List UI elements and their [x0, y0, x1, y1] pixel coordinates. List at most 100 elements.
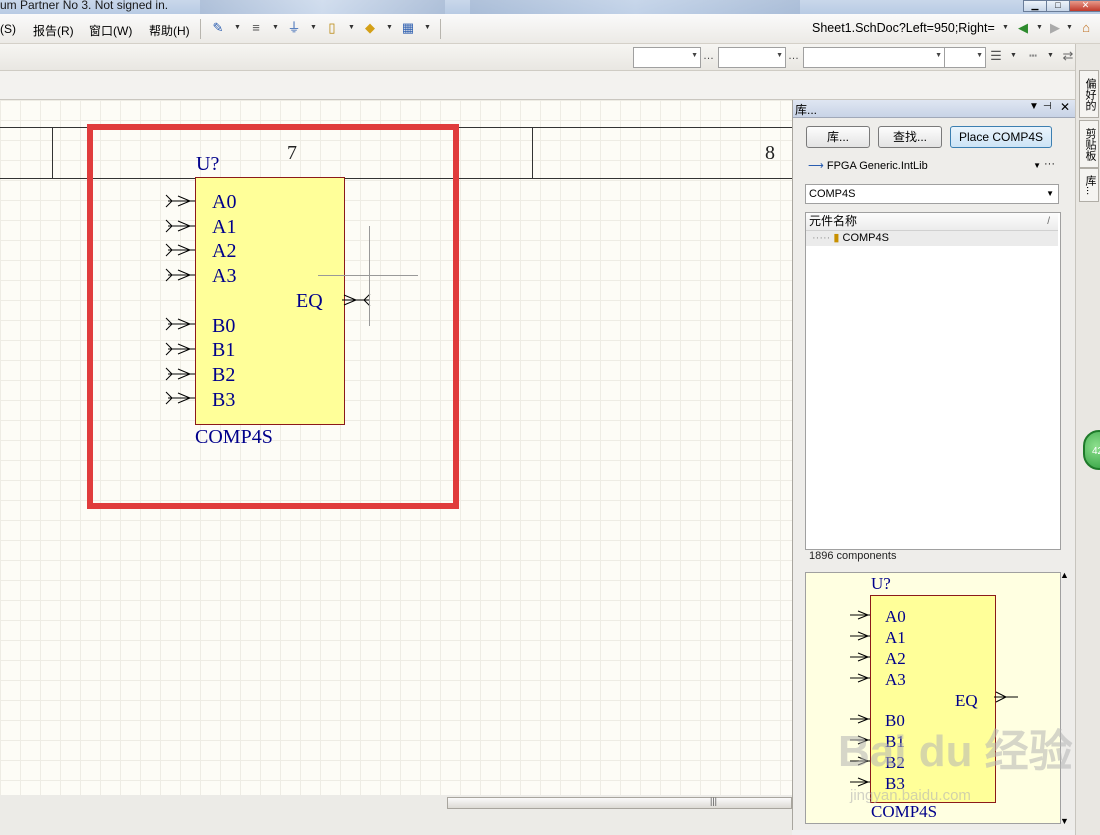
grid-icon[interactable]: ▦ [400, 20, 416, 36]
chevron-down-icon[interactable]: ▼ [348, 23, 355, 33]
filter-select[interactable]: COMP4S ▼ [805, 184, 1059, 204]
horizontal-scrollbar[interactable]: ||| [447, 796, 792, 809]
maximize-button[interactable]: □ [1046, 0, 1070, 12]
preview-designator: U? [871, 574, 891, 593]
panel-header: 库... ▼ ⊣ ✕ [793, 100, 1076, 118]
ground-icon[interactable]: ⏚ [286, 20, 302, 36]
cursor-crosshair [318, 275, 418, 276]
chevron-down-icon[interactable]: ▼ [1047, 51, 1054, 61]
sort-icon: / [1047, 216, 1050, 227]
chevron-up-icon[interactable]: ▲ [1060, 570, 1069, 580]
panel-menu-icon[interactable]: ▼ [1029, 101, 1039, 112]
swap-icon[interactable]: ⇄ [1060, 48, 1076, 64]
component-list[interactable]: 元件名称 / ····· ▮ COMP4S [805, 212, 1061, 550]
title-bar: um Partner No 3. Not signed in. ▁ □ ✕ [0, 0, 1100, 14]
chevron-down-icon[interactable]: ▼ [1002, 23, 1009, 33]
close-button[interactable]: ✕ [1069, 0, 1100, 12]
place-component-button[interactable]: Place COMP4S [950, 126, 1052, 148]
chevron-down-icon[interactable]: ▼ [1036, 23, 1043, 33]
menu-item-window[interactable]: 窗口(W) [89, 22, 132, 39]
line-style-icon[interactable]: ☰ [988, 48, 1004, 64]
highlight-box [87, 124, 459, 509]
bus-tool-icon[interactable]: ≡ [248, 20, 264, 36]
dash-style-icon[interactable]: ┅ [1025, 48, 1041, 64]
chevron-down-icon: ▼ [776, 52, 783, 59]
library-select[interactable]: ⟶ FPGA Generic.IntLib ▼ [805, 157, 1045, 177]
zone-label: 8 [765, 142, 775, 164]
library-name: FPGA Generic.IntLib [826, 160, 928, 172]
chevron-down-icon[interactable]: ▼ [310, 23, 317, 33]
chevron-down-icon[interactable]: ▼ [386, 23, 393, 33]
list-item-label: COMP4S [842, 232, 889, 244]
list-header[interactable]: 元件名称 / [806, 213, 1058, 231]
component-count: 1896 components [809, 550, 897, 562]
grip-icon: ||| [710, 796, 718, 806]
window-title: um Partner No 3. Not signed in. [0, 0, 169, 12]
minimize-button[interactable]: ▁ [1023, 0, 1047, 12]
pin-label: A1 [885, 628, 906, 647]
tab-libraries[interactable]: 库... [1079, 168, 1099, 202]
menu-item-s[interactable]: (S) [0, 22, 16, 36]
document-address[interactable]: Sheet1.SchDoc?Left=950;Right= [812, 18, 1012, 39]
chevron-down-icon[interactable]: ▼ [424, 23, 431, 33]
status-area: ||| [0, 795, 792, 835]
pin-label: A3 [885, 670, 906, 689]
chevron-down-icon: ▼ [1033, 161, 1041, 170]
home-icon[interactable]: ⌂ [1078, 20, 1094, 36]
back-icon[interactable]: ◀ [1015, 20, 1031, 36]
taskbar-blur [470, 0, 800, 14]
directive-icon[interactable]: ◆ [362, 20, 378, 36]
menu-item-help[interactable]: 帮助(H) [149, 22, 190, 39]
menu-item-reports[interactable]: 报告(R) [33, 22, 74, 39]
libraries-button[interactable]: 库... [806, 126, 870, 148]
chevron-down-icon[interactable]: ▼ [1066, 23, 1073, 33]
watermark-url: jingyan.baidu.com [850, 787, 971, 804]
document-tab-strip [0, 71, 1075, 100]
pin-label: A0 [885, 607, 906, 626]
zone-divider [532, 128, 533, 178]
pin-label: EQ [955, 691, 978, 710]
watermark-logo: Bai du 经验 [838, 727, 1073, 776]
cursor-crosshair [369, 226, 370, 326]
preview-output-pin [994, 691, 1018, 703]
tab-favorites[interactable]: 偏好的 [1079, 70, 1099, 118]
chevron-down-icon[interactable]: ▼ [234, 23, 241, 33]
size-combo[interactable]: ▼ [718, 47, 786, 68]
style-combo[interactable]: ▼ [803, 47, 945, 68]
zone-divider [52, 128, 53, 178]
chevron-down-icon: ▼ [691, 52, 698, 59]
close-icon[interactable]: ✕ [1060, 100, 1070, 114]
chevron-down-icon[interactable]: ▼ [272, 23, 279, 33]
chevron-down-icon: ▼ [1046, 189, 1054, 198]
more-icon[interactable]: … [788, 50, 799, 62]
tree-line: ····· [812, 232, 831, 244]
chevron-down-icon: ▼ [976, 52, 983, 59]
chevron-down-icon[interactable]: ▼ [1010, 51, 1017, 61]
filter-value: COMP4S [809, 188, 856, 200]
taskbar-blur [200, 0, 445, 14]
panel-title: 库... [795, 103, 818, 117]
column-header-name: 元件名称 [809, 214, 858, 228]
toolbar-separator [200, 19, 201, 39]
list-item[interactable]: ····· ▮ COMP4S [806, 231, 1058, 246]
library-icon: ⟶ [808, 160, 824, 172]
schematic-canvas[interactable]: 7 8 U? A0 A1 A2 A3 B0 B1 B2 B3 EQ COMP4S [0, 100, 792, 795]
toolbar-separator [440, 19, 441, 39]
component-tool-icon[interactable]: ▯ [324, 20, 340, 36]
component-icon: ▮ [833, 232, 840, 244]
preview-comment: COMP4S [871, 802, 938, 821]
menu-bar: (S) 报告(R) 窗口(W) 帮助(H) ✎ ▼ ≡ ▼ ⏚ ▼ ▯ ▼ ◆ … [0, 14, 1100, 44]
font-combo[interactable]: ▼ [633, 47, 701, 68]
formatting-toolbar: ▼ … ▼ … ▼ ▼ ☰ ▼ ┅ ▼ ⇄ [0, 44, 1075, 71]
more-icon[interactable]: ··· [1044, 158, 1055, 170]
more-icon[interactable]: … [703, 50, 714, 62]
chevron-down-icon[interactable]: ▼ [1060, 816, 1069, 826]
pin-icon[interactable]: ⊣ [1043, 101, 1052, 112]
notification-badge[interactable]: 42 [1083, 430, 1100, 470]
pin-label: A2 [885, 649, 906, 668]
search-button[interactable]: 查找... [878, 126, 942, 148]
tab-clipboard[interactable]: 剪贴板 [1079, 120, 1099, 168]
forward-icon[interactable]: ▶ [1047, 20, 1063, 36]
width-combo[interactable]: ▼ [944, 47, 986, 68]
wire-tool-icon[interactable]: ✎ [210, 20, 226, 36]
